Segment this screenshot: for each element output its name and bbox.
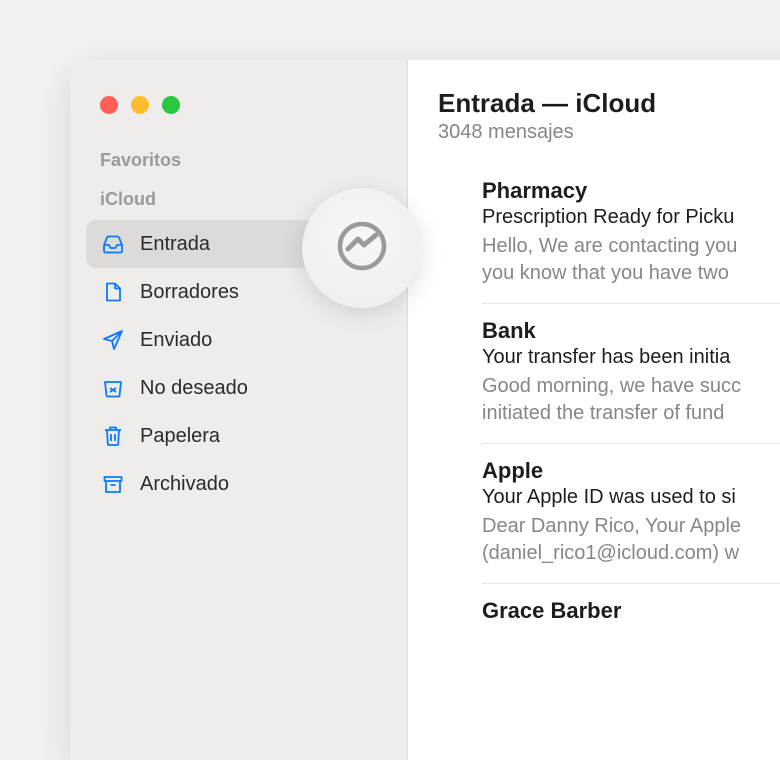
sidebar-item-label: Enviado <box>140 329 212 352</box>
favorites-section-label: Favoritos <box>86 142 391 181</box>
sidebar-item-label: No deseado <box>140 377 248 400</box>
document-icon <box>100 279 126 305</box>
junk-icon <box>100 375 126 401</box>
message-preview: Dear Danny Rico, Your Apple(daniel_rico1… <box>482 513 780 567</box>
sidebar-item-sent[interactable]: Enviado <box>86 316 391 364</box>
message-preview: Hello, We are contacting youyou know tha… <box>482 233 780 287</box>
sidebar-item-archive[interactable]: Archivado <box>86 460 391 508</box>
sidebar-item-label: Archivado <box>140 473 229 496</box>
archive-icon <box>100 471 126 497</box>
sidebar-item-label: Borradores <box>140 281 239 304</box>
message-count: 3048 mensajes <box>438 121 780 144</box>
inbox-icon <box>100 231 126 257</box>
message-subject: Your transfer has been initia <box>482 346 780 369</box>
message-sender: Apple <box>482 458 780 484</box>
sidebar-item-trash[interactable]: Papelera <box>86 412 391 460</box>
message-list-pane: Entrada — iCloud 3048 mensajes Pharmacy … <box>408 60 780 760</box>
minimize-window-button[interactable] <box>131 96 149 114</box>
message-row[interactable]: Bank Your transfer has been initia Good … <box>482 304 780 444</box>
trash-icon <box>100 423 126 449</box>
message-row[interactable]: Grace Barber <box>482 584 780 640</box>
message-sender: Bank <box>482 318 780 344</box>
mail-window: Favoritos iCloud Entrada Borradores Envi <box>70 60 780 760</box>
paper-plane-icon <box>100 327 126 353</box>
message-sender: Pharmacy <box>482 178 780 204</box>
messenger-notification-badge[interactable] <box>302 188 422 308</box>
sidebar-item-label: Entrada <box>140 233 210 256</box>
close-window-button[interactable] <box>100 96 118 114</box>
message-preview: Good morning, we have succinitiated the … <box>482 373 780 427</box>
window-controls <box>86 90 391 114</box>
message-list: Pharmacy Prescription Ready for Picku He… <box>438 178 780 640</box>
messenger-icon <box>334 218 390 279</box>
sidebar-item-label: Papelera <box>140 425 220 448</box>
message-sender: Grace Barber <box>482 598 780 624</box>
message-row[interactable]: Apple Your Apple ID was used to si Dear … <box>482 444 780 584</box>
message-row[interactable]: Pharmacy Prescription Ready for Picku He… <box>482 178 780 304</box>
message-subject: Prescription Ready for Picku <box>482 206 780 229</box>
message-subject: Your Apple ID was used to si <box>482 486 780 509</box>
fullscreen-window-button[interactable] <box>162 96 180 114</box>
sidebar: Favoritos iCloud Entrada Borradores Envi <box>70 60 408 760</box>
sidebar-item-junk[interactable]: No deseado <box>86 364 391 412</box>
inbox-title: Entrada — iCloud <box>438 88 780 119</box>
